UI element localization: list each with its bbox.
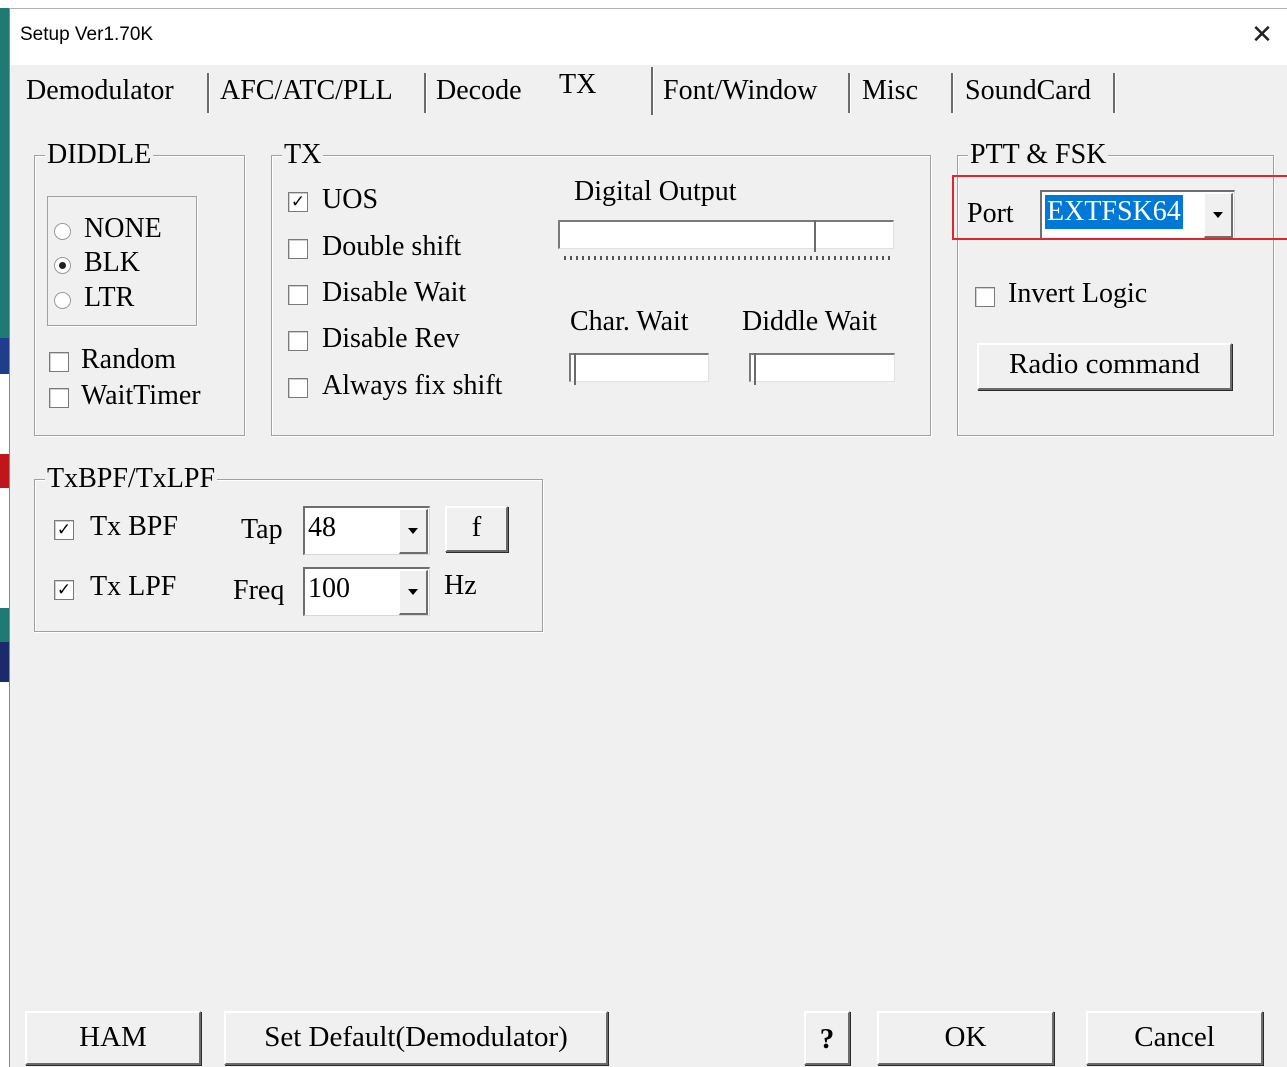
tab-separator: [1113, 73, 1116, 113]
diddle-group-title: DIDDLE: [45, 139, 154, 170]
diddle-none-radio[interactable]: [54, 223, 71, 240]
diddle-blk-radio[interactable]: [54, 257, 71, 274]
always-fix-shift-label: Always fix shift: [322, 370, 503, 401]
diddle-group: DIDDLE NONE BLK LTR Random WaitTimer: [34, 140, 245, 436]
ptt-fsk-group-title: PTT & FSK: [968, 139, 1109, 170]
diddle-blk-label: BLK: [84, 247, 140, 278]
tx-bpf-label: Tx BPF: [90, 511, 178, 542]
cancel-button[interactable]: Cancel: [1086, 1011, 1263, 1065]
check-icon: ✓: [56, 580, 72, 600]
ok-button[interactable]: OK: [877, 1011, 1054, 1065]
tx-tab-panel: DIDDLE NONE BLK LTR Random WaitTimer TX …: [20, 115, 1287, 990]
txfilter-group: TxBPF/TxLPF ✓ Tx BPF Tap 48 f ✓ Tx LPF F…: [34, 464, 543, 632]
setup-dialog: Setup Ver1.70K ✕ Demodulator AFC/ATC/PLL…: [9, 8, 1287, 1067]
digital-output-slider[interactable]: [558, 220, 894, 252]
tx-bpf-checkbox[interactable]: ✓: [54, 520, 74, 540]
tab-soundcard[interactable]: SoundCard: [957, 71, 1091, 111]
tx-lpf-checkbox[interactable]: ✓: [54, 580, 74, 600]
slider-thumb[interactable]: [814, 220, 826, 252]
ham-button[interactable]: HAM: [25, 1011, 201, 1065]
random-checkbox[interactable]: [49, 352, 69, 372]
diddle-ltr-label: LTR: [84, 282, 135, 313]
check-icon: ✓: [56, 520, 72, 540]
slider-thumb[interactable]: [754, 353, 766, 385]
tx-group: TX ✓ UOS Double shift Disable Wait Disab…: [271, 140, 931, 436]
window-title: Setup Ver1.70K: [20, 24, 154, 45]
tab-font-window[interactable]: Font/Window: [655, 71, 817, 111]
disable-wait-checkbox[interactable]: [288, 285, 308, 305]
ham-label: HAM: [79, 1021, 147, 1053]
diddle-none-label: NONE: [84, 213, 162, 244]
tx-group-title: TX: [282, 139, 324, 170]
set-default-button[interactable]: Set Default(Demodulator): [224, 1011, 608, 1065]
help-button[interactable]: ?: [804, 1011, 850, 1065]
check-icon: ✓: [290, 192, 306, 212]
diddle-wait-slider[interactable]: [749, 353, 895, 385]
tap-label: Tap: [241, 514, 283, 545]
freq-label: Freq: [233, 575, 285, 606]
char-wait-label: Char. Wait: [570, 306, 689, 337]
highlight-box: [952, 175, 1287, 240]
background-app-edge: [0, 0, 9, 1066]
chevron-down-icon[interactable]: [399, 509, 428, 554]
diddle-radio-box: NONE BLK LTR: [47, 196, 197, 326]
chevron-down-icon[interactable]: [399, 570, 428, 615]
tab-tx[interactable]: TX: [551, 65, 596, 105]
tab-separator: [651, 67, 654, 117]
tab-misc[interactable]: Misc: [854, 71, 918, 111]
double-shift-label: Double shift: [322, 231, 462, 262]
char-wait-slider[interactable]: [569, 353, 709, 385]
freq-value: 100: [308, 573, 350, 604]
tx-lpf-label: Tx LPF: [90, 571, 177, 602]
double-shift-checkbox[interactable]: [288, 239, 308, 259]
radio-command-button[interactable]: Radio command: [977, 343, 1232, 390]
diddle-wait-label: Diddle Wait: [742, 306, 877, 337]
freq-combobox[interactable]: 100: [303, 567, 430, 616]
tap-combobox[interactable]: 48: [303, 506, 430, 555]
uos-label: UOS: [322, 184, 379, 215]
digital-output-label: Digital Output: [574, 176, 737, 207]
txfilter-group-title: TxBPF/TxLPF: [45, 463, 218, 494]
invert-logic-label: Invert Logic: [1008, 278, 1148, 309]
random-label: Random: [81, 344, 176, 375]
tap-value: 48: [308, 512, 336, 543]
waittimer-label: WaitTimer: [81, 380, 201, 411]
cancel-label: Cancel: [1134, 1021, 1215, 1053]
diddle-ltr-radio[interactable]: [54, 292, 71, 309]
hz-label: Hz: [444, 570, 477, 601]
close-icon[interactable]: ✕: [1244, 17, 1280, 53]
help-label: ?: [819, 1023, 835, 1055]
waittimer-checkbox[interactable]: [49, 388, 69, 408]
ok-label: OK: [944, 1021, 987, 1053]
tab-afc-atc-pll[interactable]: AFC/ATC/PLL: [212, 71, 393, 111]
disable-rev-label: Disable Rev: [322, 323, 460, 354]
tab-separator: [951, 73, 954, 113]
title-bar: Setup Ver1.70K ✕: [10, 9, 1287, 65]
radio-command-label: Radio command: [1009, 348, 1200, 380]
tab-separator: [207, 73, 210, 113]
tab-decode[interactable]: Decode: [428, 71, 522, 111]
invert-logic-checkbox[interactable]: [975, 287, 995, 307]
disable-rev-checkbox[interactable]: [288, 331, 308, 351]
uos-checkbox[interactable]: ✓: [288, 192, 308, 212]
radio-selected-dot: [59, 262, 66, 269]
set-default-label: Set Default(Demodulator): [264, 1021, 568, 1053]
tab-strip: Demodulator AFC/ATC/PLL Decode TX Font/W…: [10, 65, 1287, 117]
f-button[interactable]: f: [445, 506, 508, 552]
tab-separator: [424, 73, 427, 113]
f-button-label: f: [471, 511, 482, 543]
slider-ticks: [564, 256, 894, 260]
tab-separator: [848, 73, 851, 113]
disable-wait-label: Disable Wait: [322, 277, 467, 308]
slider-thumb[interactable]: [574, 353, 586, 385]
always-fix-shift-checkbox[interactable]: [288, 378, 308, 398]
tab-demodulator[interactable]: Demodulator: [18, 71, 174, 111]
